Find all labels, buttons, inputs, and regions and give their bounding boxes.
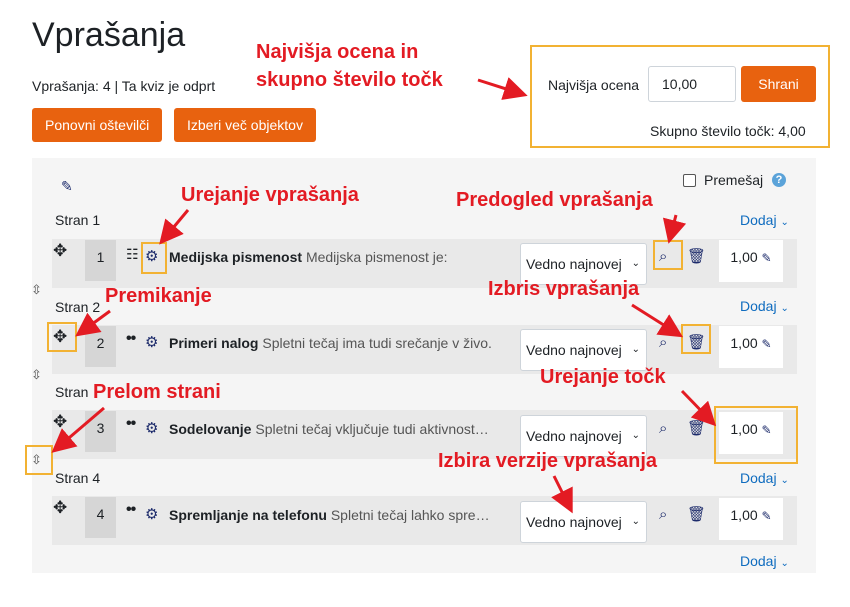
arrow-delete [631, 303, 684, 338]
arrow-page-break [51, 406, 105, 453]
arrow-move [75, 309, 111, 337]
arrow-edit-marks [680, 389, 717, 427]
arrow-version [551, 475, 573, 514]
arrow-grade [477, 77, 528, 100]
arrow-preview [662, 214, 687, 244]
arrow-edit-question [159, 209, 190, 245]
annotation-arrows [51, 77, 717, 514]
